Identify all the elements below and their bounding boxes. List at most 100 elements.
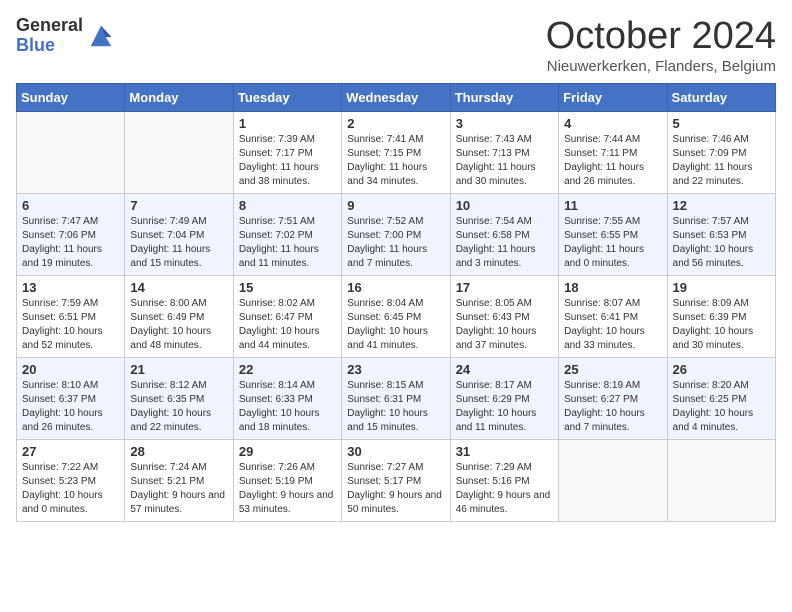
calendar-cell: 1 Sunrise: 7:39 AM Sunset: 7:17 PM Daylig… (233, 111, 341, 193)
weekday-header-monday: Monday (125, 83, 233, 111)
day-number: 26 (673, 362, 770, 377)
day-number: 16 (347, 280, 444, 295)
calendar-cell: 6Sunrise: 7:47 AM Sunset: 7:06 PM Daylig… (17, 193, 125, 275)
calendar-cell: 10 Sunrise: 7:54 AM Sunset: 6:58 PM Dayli… (450, 193, 558, 275)
weekday-header-tuesday: Tuesday (233, 83, 341, 111)
day-number: 10 (456, 198, 553, 213)
day-number: 13 (22, 280, 119, 295)
calendar-cell: 23Sunrise: 8:15 AM Sunset: 6:31 PM Dayli… (342, 357, 450, 439)
calendar-cell: 20 Sunrise: 8:10 AM Sunset: 6:37 PM Dayli… (17, 357, 125, 439)
logo-general-text: General (16, 15, 83, 35)
day-info: Sunrise: 8:14 AM Sunset: 6:33 PM Dayligh… (239, 379, 336, 435)
calendar-cell: 24Sunrise: 8:17 AM Sunset: 6:29 PM Dayli… (450, 357, 558, 439)
day-number: 18 (564, 280, 661, 295)
weekday-header-row: SundayMondayTuesdayWednesdayThursdayFrid… (17, 83, 776, 111)
day-info: Sunrise: 8:04 AM Sunset: 6:45 PM Dayligh… (347, 297, 444, 353)
day-number: 7 (130, 198, 227, 213)
day-number: 2 (347, 116, 444, 131)
day-number: 21 (130, 362, 227, 377)
weekday-header-friday: Friday (559, 83, 667, 111)
day-info: Sunrise: 7:49 AM Sunset: 7:04 PM Dayligh… (130, 215, 227, 271)
day-info: Sunrise: 7:22 AM Sunset: 5:23 PM Dayligh… (22, 461, 119, 517)
calendar-week-row: 6Sunrise: 7:47 AM Sunset: 7:06 PM Daylig… (17, 193, 776, 275)
weekday-header-wednesday: Wednesday (342, 83, 450, 111)
month-title: October 2024 (546, 16, 776, 58)
day-info: Sunrise: 7:55 AM Sunset: 6:55 PM Dayligh… (564, 215, 661, 271)
calendar-cell: 3 Sunrise: 7:43 AM Sunset: 7:13 PM Daylig… (450, 111, 558, 193)
calendar-cell: 26 Sunrise: 8:20 AM Sunset: 6:25 PM Dayli… (667, 357, 775, 439)
day-info: Sunrise: 8:05 AM Sunset: 6:43 PM Dayligh… (456, 297, 553, 353)
calendar-cell: 5Sunrise: 7:46 AM Sunset: 7:09 PM Daylig… (667, 111, 775, 193)
day-number: 8 (239, 198, 336, 213)
calendar-cell (125, 111, 233, 193)
day-info: Sunrise: 8:17 AM Sunset: 6:29 PM Dayligh… (456, 379, 553, 435)
weekday-header-sunday: Sunday (17, 83, 125, 111)
day-info: Sunrise: 7:46 AM Sunset: 7:09 PM Dayligh… (673, 133, 770, 189)
calendar-cell: 27 Sunrise: 7:22 AM Sunset: 5:23 PM Dayli… (17, 439, 125, 521)
calendar-cell: 11 Sunrise: 7:55 AM Sunset: 6:55 PM Dayli… (559, 193, 667, 275)
day-info: Sunrise: 7:26 AM Sunset: 5:19 PM Dayligh… (239, 461, 336, 517)
day-info: Sunrise: 7:27 AM Sunset: 5:17 PM Dayligh… (347, 461, 444, 517)
day-number: 4 (564, 116, 661, 131)
day-number: 31 (456, 444, 553, 459)
logo-blue-text: Blue (16, 35, 55, 55)
location-text: Nieuwerkerken, Flanders, Belgium (546, 58, 776, 75)
day-info: Sunrise: 8:02 AM Sunset: 6:47 PM Dayligh… (239, 297, 336, 353)
calendar-cell: 13 Sunrise: 7:59 AM Sunset: 6:51 PM Dayli… (17, 275, 125, 357)
day-number: 12 (673, 198, 770, 213)
day-info: Sunrise: 8:20 AM Sunset: 6:25 PM Dayligh… (673, 379, 770, 435)
day-number: 23 (347, 362, 444, 377)
calendar-cell: 12 Sunrise: 7:57 AM Sunset: 6:53 PM Dayli… (667, 193, 775, 275)
day-number: 1 (239, 116, 336, 131)
calendar-cell: 2 Sunrise: 7:41 AM Sunset: 7:15 PM Daylig… (342, 111, 450, 193)
calendar-cell: 22Sunrise: 8:14 AM Sunset: 6:33 PM Dayli… (233, 357, 341, 439)
calendar-week-row: 13 Sunrise: 7:59 AM Sunset: 6:51 PM Dayli… (17, 275, 776, 357)
day-info: Sunrise: 7:39 AM Sunset: 7:17 PM Dayligh… (239, 133, 336, 189)
day-info: Sunrise: 8:12 AM Sunset: 6:35 PM Dayligh… (130, 379, 227, 435)
day-info: Sunrise: 7:43 AM Sunset: 7:13 PM Dayligh… (456, 133, 553, 189)
weekday-header-saturday: Saturday (667, 83, 775, 111)
day-info: Sunrise: 7:59 AM Sunset: 6:51 PM Dayligh… (22, 297, 119, 353)
calendar-cell: 31 Sunrise: 7:29 AM Sunset: 5:16 PM Dayli… (450, 439, 558, 521)
logo-icon (87, 22, 115, 50)
calendar-cell: 28Sunrise: 7:24 AM Sunset: 5:21 PM Dayli… (125, 439, 233, 521)
day-info: Sunrise: 7:51 AM Sunset: 7:02 PM Dayligh… (239, 215, 336, 271)
day-number: 30 (347, 444, 444, 459)
day-info: Sunrise: 8:10 AM Sunset: 6:37 PM Dayligh… (22, 379, 119, 435)
day-number: 9 (347, 198, 444, 213)
day-number: 20 (22, 362, 119, 377)
day-number: 19 (673, 280, 770, 295)
calendar-week-row: 20 Sunrise: 8:10 AM Sunset: 6:37 PM Dayli… (17, 357, 776, 439)
day-info: Sunrise: 7:24 AM Sunset: 5:21 PM Dayligh… (130, 461, 227, 517)
day-number: 11 (564, 198, 661, 213)
day-info: Sunrise: 7:29 AM Sunset: 5:16 PM Dayligh… (456, 461, 553, 517)
calendar-cell: 9 Sunrise: 7:52 AM Sunset: 7:00 PM Daylig… (342, 193, 450, 275)
title-block: October 2024 Nieuwerkerken, Flanders, Be… (546, 16, 776, 75)
page-header: General Blue October 2024 Nieuwerkerken,… (16, 16, 776, 75)
day-number: 3 (456, 116, 553, 131)
calendar-cell: 7 Sunrise: 7:49 AM Sunset: 7:04 PM Daylig… (125, 193, 233, 275)
calendar-cell (667, 439, 775, 521)
day-number: 15 (239, 280, 336, 295)
day-info: Sunrise: 8:07 AM Sunset: 6:41 PM Dayligh… (564, 297, 661, 353)
day-number: 17 (456, 280, 553, 295)
day-info: Sunrise: 7:52 AM Sunset: 7:00 PM Dayligh… (347, 215, 444, 271)
day-number: 25 (564, 362, 661, 377)
calendar-table: SundayMondayTuesdayWednesdayThursdayFrid… (16, 83, 776, 522)
calendar-cell: 25Sunrise: 8:19 AM Sunset: 6:27 PM Dayli… (559, 357, 667, 439)
calendar-cell (17, 111, 125, 193)
day-number: 27 (22, 444, 119, 459)
day-info: Sunrise: 7:41 AM Sunset: 7:15 PM Dayligh… (347, 133, 444, 189)
day-info: Sunrise: 7:54 AM Sunset: 6:58 PM Dayligh… (456, 215, 553, 271)
calendar-cell: 18 Sunrise: 8:07 AM Sunset: 6:41 PM Dayli… (559, 275, 667, 357)
day-info: Sunrise: 7:57 AM Sunset: 6:53 PM Dayligh… (673, 215, 770, 271)
logo: General Blue (16, 16, 115, 56)
calendar-cell: 16 Sunrise: 8:04 AM Sunset: 6:45 PM Dayli… (342, 275, 450, 357)
calendar-week-row: 27 Sunrise: 7:22 AM Sunset: 5:23 PM Dayli… (17, 439, 776, 521)
calendar-cell: 29Sunrise: 7:26 AM Sunset: 5:19 PM Dayli… (233, 439, 341, 521)
day-info: Sunrise: 7:44 AM Sunset: 7:11 PM Dayligh… (564, 133, 661, 189)
calendar-cell: 30 Sunrise: 7:27 AM Sunset: 5:17 PM Dayli… (342, 439, 450, 521)
day-info: Sunrise: 7:47 AM Sunset: 7:06 PM Dayligh… (22, 215, 119, 271)
calendar-cell: 15 Sunrise: 8:02 AM Sunset: 6:47 PM Dayli… (233, 275, 341, 357)
day-number: 14 (130, 280, 227, 295)
